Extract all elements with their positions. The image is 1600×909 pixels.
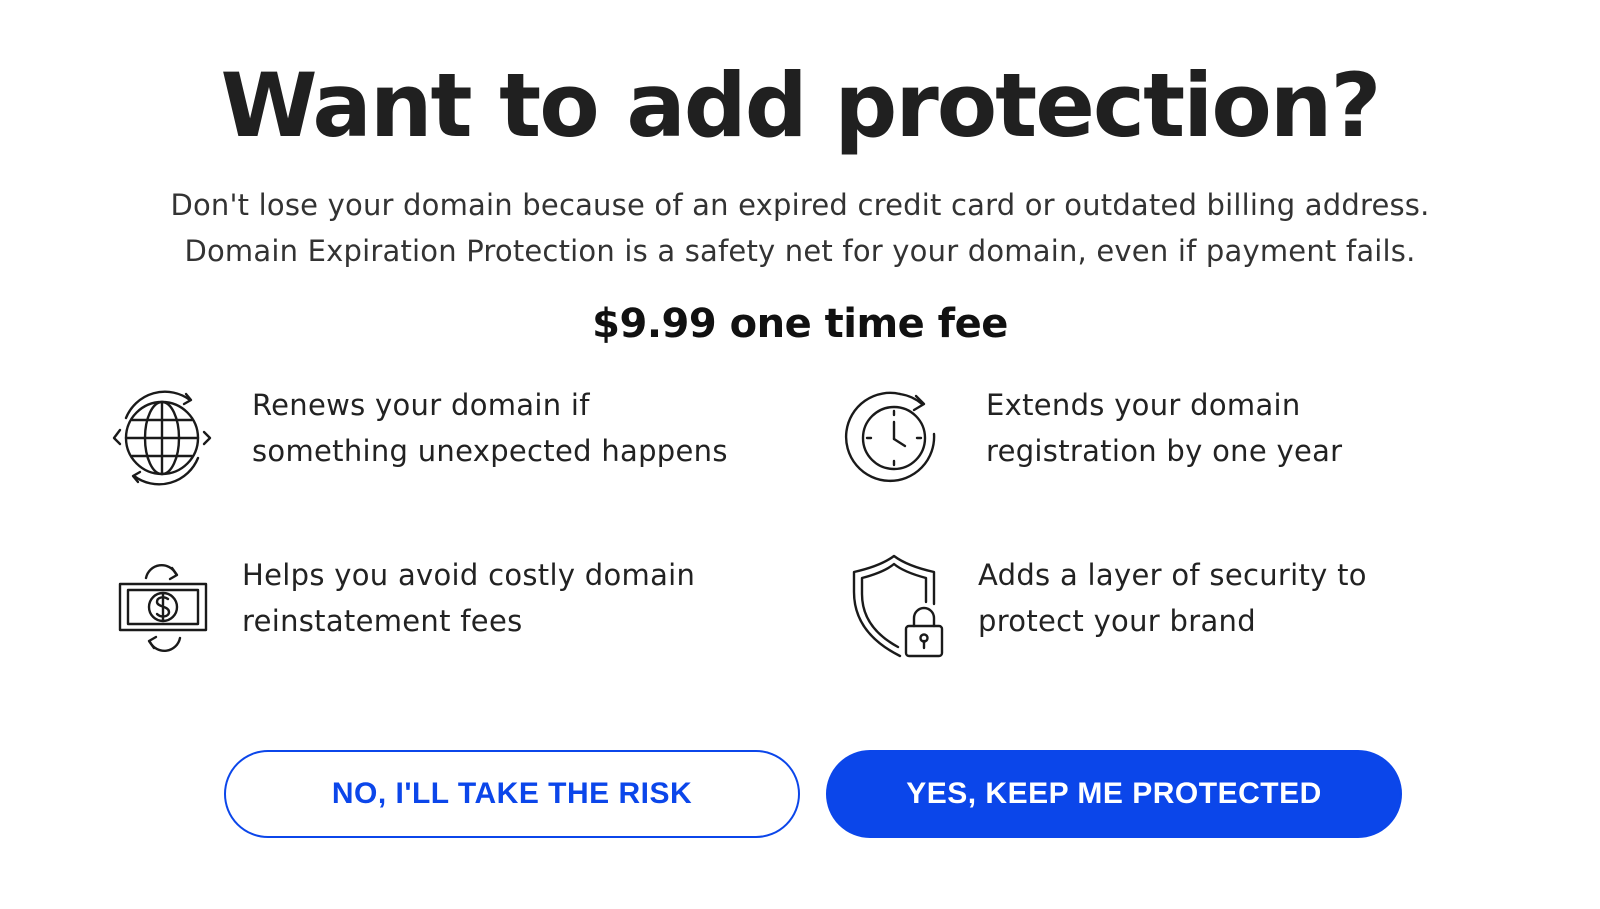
description-line-2: Domain Expiration Protection is a safety… bbox=[184, 234, 1416, 268]
feature-security-text: Adds a layer of security to protect your… bbox=[978, 552, 1367, 644]
feature-fees-text: Helps you avoid costly domain reinstatem… bbox=[242, 552, 695, 644]
feature-renews-line-2: something unexpected happens bbox=[252, 434, 728, 468]
feature-extends-text: Extends your domain registration by one … bbox=[986, 382, 1342, 474]
clock-extend-icon bbox=[838, 382, 950, 494]
feature-renews-line-1: Renews your domain if bbox=[252, 388, 590, 422]
page-title: Want to add protection? bbox=[220, 54, 1382, 157]
feature-fees-line-2: reinstatement fees bbox=[242, 604, 523, 638]
money-cycle-icon bbox=[106, 552, 218, 664]
decline-protection-label: NO, I'LL TAKE THE RISK bbox=[331, 777, 693, 810]
shield-lock-icon bbox=[838, 552, 950, 664]
globe-renew-icon bbox=[106, 382, 218, 494]
feature-renews-text: Renews your domain if something unexpect… bbox=[252, 382, 728, 474]
feature-security-line-2: protect your brand bbox=[978, 604, 1256, 638]
feature-security-line-1: Adds a layer of security to bbox=[978, 558, 1367, 592]
decline-protection-button[interactable]: NO, I'LL TAKE THE RISK bbox=[224, 750, 800, 838]
description-line-1: Don't lose your domain because of an exp… bbox=[170, 188, 1430, 222]
accept-protection-label: YES, KEEP ME PROTECTED bbox=[906, 777, 1322, 810]
feature-extends-line-2: registration by one year bbox=[986, 434, 1343, 468]
feature-extends-line-1: Extends your domain bbox=[986, 388, 1301, 422]
price-label: $9.99 one time fee bbox=[592, 301, 1008, 347]
accept-protection-button[interactable]: YES, KEEP ME PROTECTED bbox=[826, 750, 1402, 838]
feature-fees-line-1: Helps you avoid costly domain bbox=[242, 558, 696, 592]
